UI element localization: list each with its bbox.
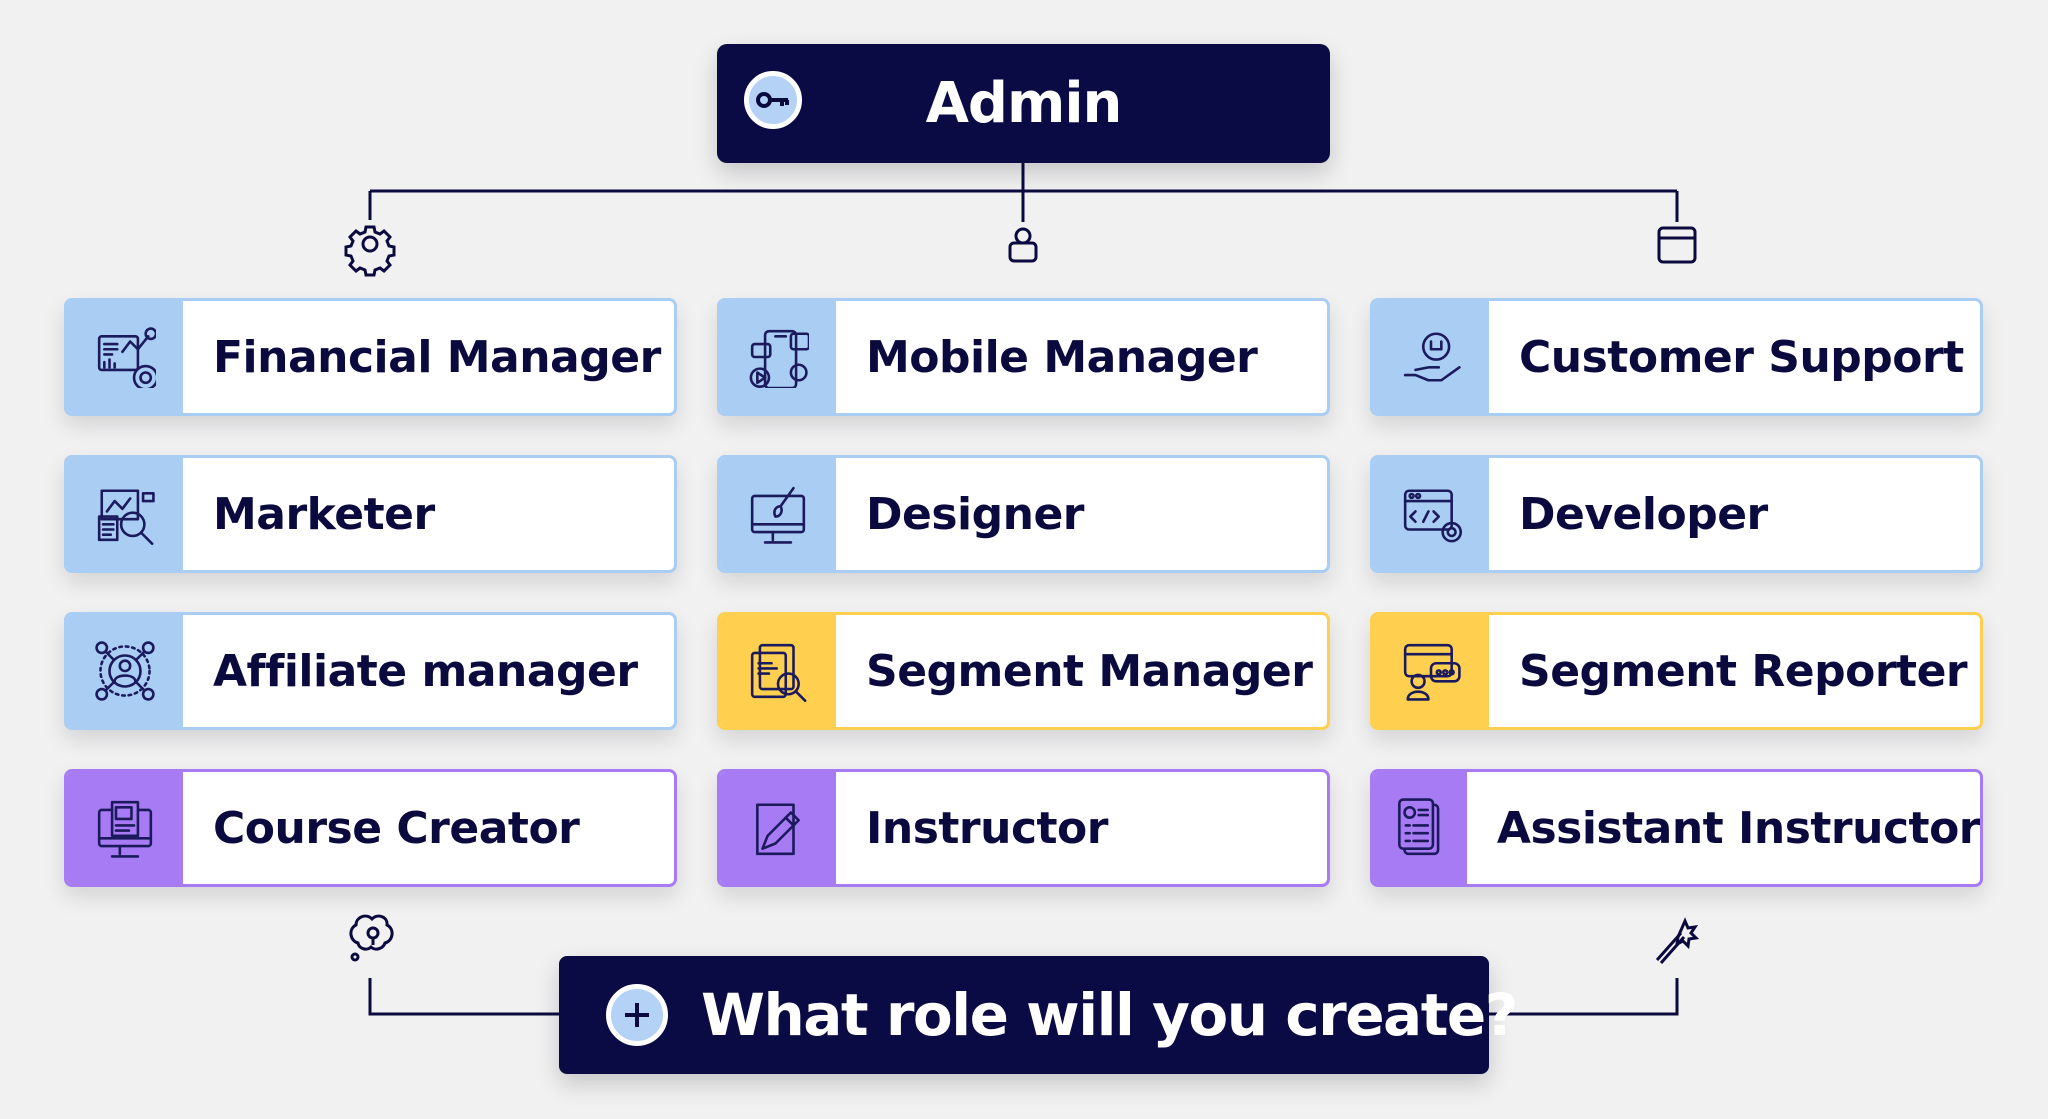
- role-label: Marketer: [213, 488, 435, 540]
- plus-icon: [606, 984, 668, 1046]
- role-label: Segment Manager: [866, 645, 1313, 697]
- role-label: Financial Manager: [213, 331, 661, 383]
- role-label: Mobile Manager: [866, 331, 1258, 383]
- create-role-label: What role will you create?: [701, 981, 1518, 1049]
- gear-icon: [344, 225, 396, 277]
- role-label: Developer: [1519, 488, 1768, 540]
- role-label: Designer: [866, 488, 1085, 540]
- role-card-mobile-manager[interactable]: Mobile Manager: [717, 298, 1330, 416]
- role-label: Course Creator: [213, 802, 580, 854]
- create-role-button[interactable]: What role will you create?: [559, 956, 1518, 1074]
- monitor-document-icon: [67, 772, 183, 884]
- user-lock-icon: [1008, 227, 1038, 263]
- support-hand-gear-icon: [1373, 301, 1489, 413]
- role-label: Affiliate manager: [213, 645, 638, 697]
- reporter-chat-icon: [1373, 615, 1489, 727]
- role-label: Customer Support: [1519, 331, 1964, 383]
- role-card-developer[interactable]: Developer: [1370, 455, 1983, 573]
- magic-wand-icon: [1655, 917, 1700, 964]
- admin-root-node[interactable]: Admin: [717, 44, 1330, 163]
- role-label: Instructor: [866, 802, 1108, 854]
- role-card-customer-support[interactable]: Customer Support: [1370, 298, 1983, 416]
- admin-title: Admin: [925, 71, 1123, 136]
- checklist-document-icon: [1373, 772, 1467, 884]
- role-label: Assistant Instructor: [1496, 802, 1980, 854]
- role-card-assistant-instructor[interactable]: Assistant Instructor: [1370, 769, 1983, 887]
- role-card-segment-reporter[interactable]: Segment Reporter: [1370, 612, 1983, 730]
- code-window-gear-icon: [1373, 458, 1489, 570]
- role-label: Segment Reporter: [1519, 645, 1968, 697]
- role-card-designer[interactable]: Designer: [717, 455, 1330, 573]
- role-card-instructor[interactable]: Instructor: [717, 769, 1330, 887]
- pencil-paper-icon: [720, 772, 836, 884]
- monitor-brush-icon: [720, 458, 836, 570]
- role-card-financial-manager[interactable]: Financial Manager: [64, 298, 677, 416]
- marketing-analysis-icon: [67, 458, 183, 570]
- role-card-affiliate-manager[interactable]: Affiliate manager: [64, 612, 677, 730]
- role-card-marketer[interactable]: Marketer: [64, 455, 677, 573]
- role-card-course-creator[interactable]: Course Creator: [64, 769, 677, 887]
- affiliate-network-icon: [67, 615, 183, 727]
- role-card-segment-manager[interactable]: Segment Manager: [717, 612, 1330, 730]
- idea-bulb-icon: [349, 914, 394, 962]
- financial-chart-icon: [67, 301, 183, 413]
- browser-window-icon: [1657, 226, 1697, 264]
- mobile-app-icon: [720, 301, 836, 413]
- document-search-icon: [720, 615, 836, 727]
